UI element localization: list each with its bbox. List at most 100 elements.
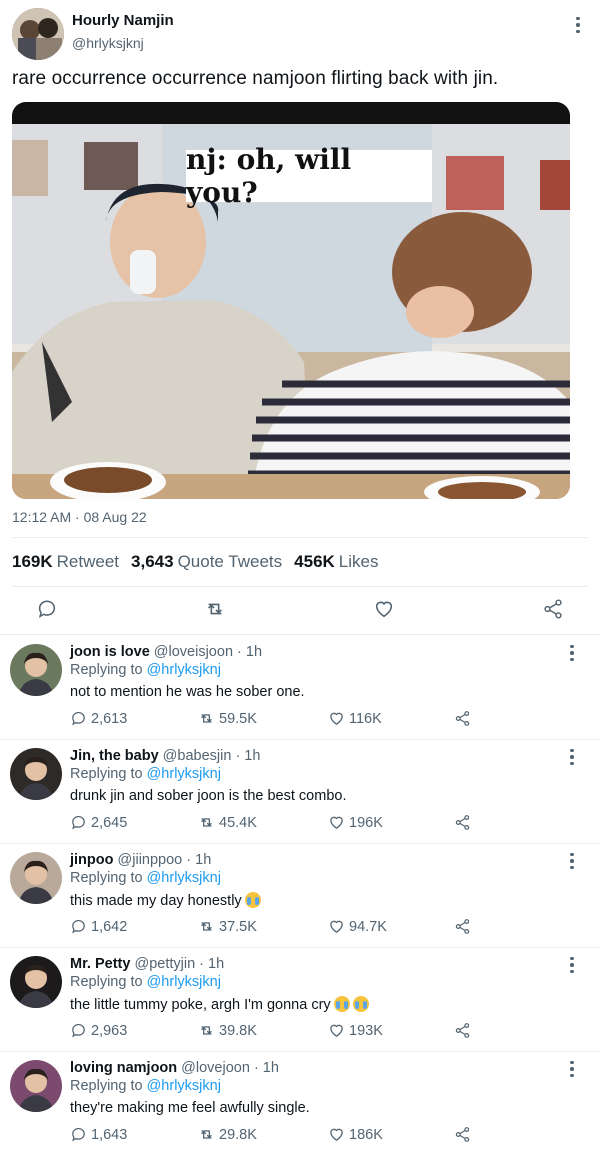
reply-author-handle[interactable]: @lovejoon [181, 1060, 250, 1076]
reply-avatar[interactable] [10, 852, 62, 904]
share-button[interactable] [454, 814, 471, 831]
more-options-icon[interactable] [564, 746, 580, 768]
reply-avatar[interactable] [10, 956, 62, 1008]
retweet-count[interactable]: 169K Retweet [12, 552, 119, 572]
more-options-icon[interactable] [564, 954, 580, 976]
like-icon[interactable] [373, 598, 395, 620]
like-button[interactable]: 186K [328, 1126, 383, 1143]
like-button[interactable]: 196K [328, 814, 383, 831]
retweet-button[interactable]: 59.5K [198, 710, 257, 727]
like-count[interactable]: 456K Likes [294, 552, 378, 572]
retweet-button[interactable]: 45.4K [198, 814, 257, 831]
author-handle[interactable]: @hrlyksjknj [72, 35, 144, 51]
reply-tweet[interactable]: Mr. Petty @pettyjin · 1h Replying to @hr… [0, 948, 600, 1052]
retweet-icon [201, 714, 212, 723]
more-options-icon[interactable] [570, 14, 586, 36]
reply-count: 2,645 [91, 814, 128, 831]
reply-count: 2,963 [91, 1022, 128, 1039]
reply-text: this made my day honestly [70, 892, 261, 909]
like-button[interactable]: 193K [328, 1022, 383, 1039]
quote-count[interactable]: 3,643 Quote Tweets [131, 552, 282, 572]
reply-time[interactable]: · 1h [186, 852, 211, 868]
reply-time[interactable]: · 1h [199, 956, 224, 972]
share-button[interactable] [454, 1126, 471, 1143]
like-button[interactable]: 116K [328, 710, 382, 727]
reply-button[interactable]: 2,963 [70, 1022, 127, 1039]
share-icon [455, 815, 470, 830]
like-icon [330, 712, 343, 725]
more-options-icon[interactable] [564, 850, 580, 872]
share-icon [455, 711, 470, 726]
reply-avatar[interactable] [10, 1060, 62, 1112]
reply-avatar[interactable] [10, 748, 62, 800]
replying-to: Replying to @hrlyksjknj [70, 662, 221, 678]
reply-button[interactable]: 2,613 [70, 710, 127, 727]
like-button[interactable]: 94.7K [328, 918, 387, 935]
replying-to-handle[interactable]: @hrlyksjknj [147, 662, 221, 678]
like-icon [330, 920, 343, 933]
reply-icon[interactable] [36, 598, 58, 620]
like-count: 196K [349, 814, 383, 831]
reply-tweet[interactable]: loving namjoon @lovejoon · 1h Replying t… [0, 1052, 600, 1152]
reply-author-name[interactable]: loving namjoon [70, 1060, 177, 1076]
replying-to-handle[interactable]: @hrlyksjknj [147, 1078, 221, 1094]
reply-time[interactable]: · 1h [254, 1060, 279, 1076]
reply-author-name[interactable]: Jin, the baby [70, 748, 159, 764]
reply-author-handle[interactable]: @pettyjin [134, 956, 195, 972]
reply-tweet[interactable]: jinpoo @jiinppoo · 1h Replying to @hrlyk… [0, 844, 600, 948]
reply-button[interactable]: 2,645 [70, 814, 127, 831]
reply-button[interactable]: 1,643 [70, 1126, 127, 1143]
divider [0, 634, 600, 635]
like-count: 94.7K [349, 918, 387, 935]
reply-actions: 2,963 39.8K 193K [70, 1022, 490, 1042]
tweet-image[interactable]: nj: oh, will you? [12, 102, 570, 499]
author-avatar[interactable] [12, 8, 64, 60]
retweet-button[interactable]: 29.8K [198, 1126, 257, 1143]
retweet-count: 39.8K [219, 1022, 257, 1039]
more-options-icon[interactable] [564, 642, 580, 664]
reply-button[interactable]: 1,642 [70, 918, 127, 935]
retweet-button[interactable]: 39.8K [198, 1022, 257, 1039]
reply-tweet[interactable]: joon is love @loveisjoon · 1h Replying t… [0, 636, 600, 740]
like-icon [330, 816, 343, 829]
reply-actions: 2,613 59.5K 116K [70, 710, 490, 730]
share-button[interactable] [454, 1022, 471, 1039]
reply-count: 2,613 [91, 710, 128, 727]
retweet-count: 59.5K [219, 710, 257, 727]
reply-text: drunk jin and sober joon is the best com… [70, 788, 347, 804]
reply-icon [72, 1127, 85, 1142]
reply-author-handle[interactable]: @jiinppoo [118, 852, 183, 868]
reply-tweet[interactable]: Jin, the baby @babesjin · 1h Replying to… [0, 740, 600, 844]
reply-author-handle[interactable]: @loveisjoon [154, 644, 233, 660]
reply-text: the little tummy poke, argh I'm gonna cr… [70, 996, 369, 1013]
tweet-stats: 169K Retweet 3,643 Quote Tweets 456K Likes [12, 552, 378, 572]
replying-to-label: Replying to [70, 662, 143, 678]
replying-to-handle[interactable]: @hrlyksjknj [147, 974, 221, 990]
replying-to-handle[interactable]: @hrlyksjknj [147, 870, 221, 886]
reply-author-name[interactable]: jinpoo [70, 852, 114, 868]
retweet-button[interactable]: 37.5K [198, 918, 257, 935]
reply-time[interactable]: · 1h [237, 644, 262, 660]
reply-icon [72, 711, 85, 726]
crying-emoji-icon [352, 996, 369, 1012]
reply-author-name[interactable]: joon is love [70, 644, 150, 660]
retweet-icon[interactable] [204, 598, 226, 620]
more-options-icon[interactable] [564, 1058, 580, 1080]
reply-time[interactable]: · 1h [235, 748, 260, 764]
tweet-action-bar [0, 598, 600, 624]
image-caption: nj: oh, will you? [186, 143, 432, 209]
share-icon[interactable] [542, 598, 564, 620]
replying-to-handle[interactable]: @hrlyksjknj [147, 766, 221, 782]
reply-avatar[interactable] [10, 644, 62, 696]
replying-to-label: Replying to [70, 974, 143, 990]
share-button[interactable] [454, 710, 471, 727]
like-count: 193K [349, 1022, 383, 1039]
reply-count: 1,643 [91, 1126, 128, 1143]
author-name[interactable]: Hourly Namjin [72, 12, 174, 29]
like-count: 186K [349, 1126, 383, 1143]
reply-author-handle[interactable]: @babesjin [163, 748, 232, 764]
reply-author-name[interactable]: Mr. Petty [70, 956, 130, 972]
tweet-timestamp[interactable]: 12:12 AM · 08 Aug 22 [12, 509, 147, 525]
share-button[interactable] [454, 918, 471, 935]
replying-to-label: Replying to [70, 870, 143, 886]
